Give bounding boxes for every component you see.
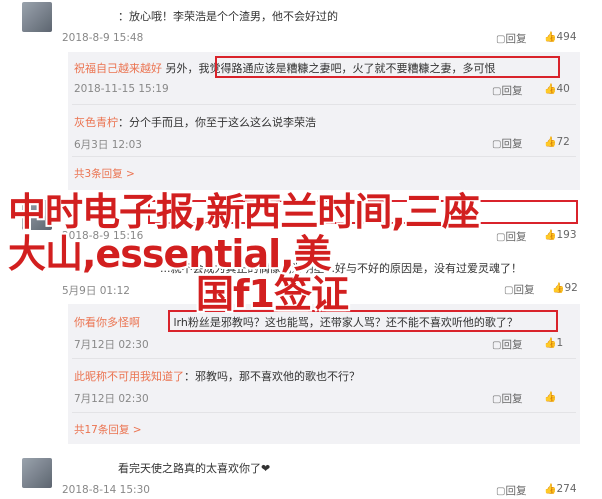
like-button[interactable]: 👍193: [544, 229, 577, 241]
like-button[interactable]: 👍274: [544, 483, 577, 495]
like-button[interactable]: 👍72: [544, 136, 570, 148]
overlay-headline: 大山,essential,美: [8, 232, 332, 276]
reply-author[interactable]: 祝福自己越来越好: [74, 62, 162, 75]
reply-item: 灰色青柠：分个手而且，你至于这么这么说李荣浩: [74, 116, 316, 129]
divider: [72, 358, 576, 359]
thumb-up-icon: 👍: [544, 392, 557, 403]
thumb-up-icon: 👍: [544, 84, 557, 95]
comment-date: 5月9日 01:12: [62, 285, 130, 297]
more-replies-link[interactable]: 共3条回复 >: [74, 166, 135, 181]
reply-item: 此昵称不可用我知道了：邪教吗，那不喜欢他的歌也不行？: [74, 370, 360, 383]
divider: [72, 412, 576, 413]
overlay-headline: 中时电子报,新西兰时间,三座: [8, 190, 480, 234]
reply-button[interactable]: ▢回复: [496, 31, 526, 46]
reply-author[interactable]: 此昵称不可用我知道了: [74, 370, 184, 383]
highlight-box: [215, 56, 560, 78]
like-button[interactable]: 👍: [544, 391, 556, 403]
reply-author[interactable]: 灰色青柠: [74, 116, 118, 129]
reply-button[interactable]: ▢回复: [504, 282, 534, 297]
like-button[interactable]: 👍40: [544, 83, 570, 95]
comment-date: 2018-8-14 15:30: [62, 484, 150, 496]
comment-text: 看完天使之路真的太喜欢你了❤: [118, 462, 271, 475]
comment-date: 2018-8-9 15:48: [62, 32, 144, 44]
reply-author[interactable]: 你看你多怪啊: [74, 316, 140, 329]
avatar[interactable]: [22, 2, 52, 32]
overlay-headline: 国f1签证: [196, 272, 349, 316]
reply-button[interactable]: ▢回复: [492, 136, 522, 151]
thumb-up-icon: 👍: [544, 230, 557, 241]
thumb-up-icon: 👍: [544, 137, 557, 148]
reply-button[interactable]: ▢回复: [492, 83, 522, 98]
avatar[interactable]: [22, 458, 52, 488]
comment-text: ：放心哦！李荣浩是个个渣男，他不会好过的: [118, 10, 338, 23]
thumb-up-icon: 👍: [544, 484, 557, 495]
thumb-up-icon: 👍: [552, 283, 565, 294]
comment-date: 6月3日 12:03: [74, 139, 142, 151]
like-button[interactable]: 👍494: [544, 31, 577, 43]
thumb-up-icon: 👍: [544, 32, 557, 43]
like-button[interactable]: 👍92: [552, 282, 578, 294]
comment-date: 7月12日 02:30: [74, 393, 149, 405]
reply-button[interactable]: ▢回复: [496, 483, 526, 498]
comment-date: 2018-11-15 15:19: [74, 83, 169, 95]
divider: [72, 156, 576, 157]
reply-button[interactable]: ▢回复: [492, 391, 522, 406]
reply-text: 邪教吗，那不喜欢他的歌也不行？: [195, 370, 360, 383]
reply-text: 分个手而且，你至于这么这么说李荣浩: [129, 116, 316, 129]
more-replies-link[interactable]: 共17条回复 >: [74, 422, 142, 437]
divider: [72, 104, 576, 105]
thumb-up-icon: 👍: [544, 338, 557, 349]
comment-date: 7月12日 02:30: [74, 339, 149, 351]
reply-button[interactable]: ▢回复: [496, 229, 526, 244]
like-button[interactable]: 👍1: [544, 337, 563, 349]
reply-button[interactable]: ▢回复: [492, 337, 522, 352]
